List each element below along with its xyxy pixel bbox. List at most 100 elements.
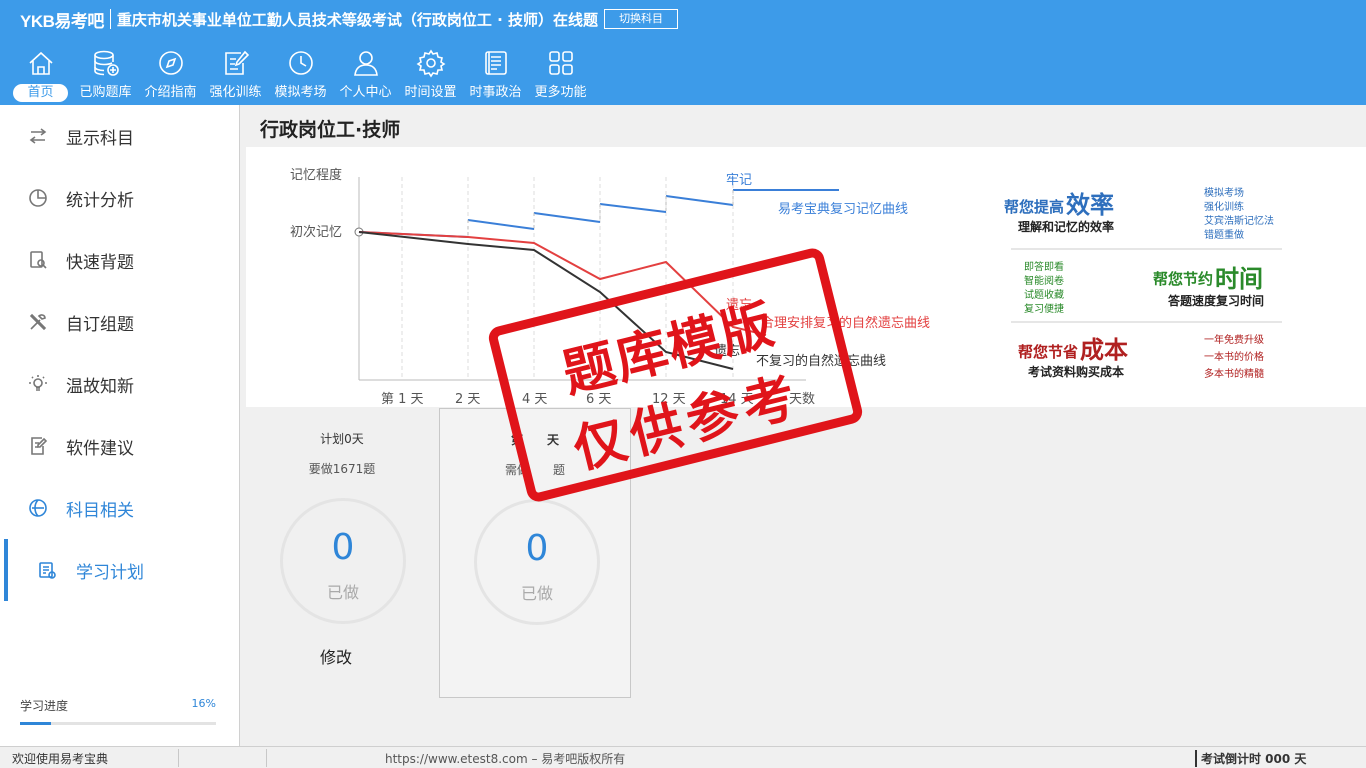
nav-label: 个人中心: [339, 85, 392, 100]
progress-ring: 0 已做: [280, 498, 406, 624]
promo-time-prefix: 帮您节约: [1153, 270, 1213, 288]
brand-logo: YKB易考吧: [20, 11, 104, 31]
nav-label: 介绍指南: [144, 85, 197, 100]
sidebar-item-label: 温故知新: [66, 376, 134, 397]
database-icon: [93, 50, 119, 76]
title-bar: YKB易考吧 重庆市机关事业单位工勤人员技术等级考试（行政岗位工 · 技师）在线…: [0, 0, 1366, 38]
ykb-review-curve: [358, 189, 839, 238]
edit-icon: [224, 50, 249, 75]
memory-curve-banner: 记忆程度 初次记忆 第 1 天 2 天 4 天 6 天 12 天 14 天 天数: [246, 147, 1366, 407]
sidebar-item-label: 软件建议: [66, 438, 134, 459]
y-axis-label: 记忆程度: [290, 167, 342, 183]
study-plan-area: 计划0天 要做1671题 0 已做 修改 第 天 需做 题 0 已做: [246, 408, 1366, 746]
promo-eff-sub: 理解和记忆的效率: [1018, 219, 1114, 234]
sidebar-item-show-subject[interactable]: 显示科目: [0, 105, 239, 167]
promo-eff-item: 强化训练: [1204, 200, 1244, 213]
pie-chart-icon: [29, 189, 47, 207]
promo-time-item: 智能阅卷: [1024, 274, 1064, 287]
nav-label: 已购题库: [79, 85, 132, 100]
progress-fill: [20, 722, 52, 725]
promo-cost-sub: 考试资料购买成本: [1028, 364, 1124, 379]
plan-card-overall: 计划0天 要做1671题 0 已做 修改: [246, 408, 438, 698]
sidebar-item-review[interactable]: 温故知新: [0, 353, 239, 415]
subject-icon: [29, 499, 47, 517]
sidebar-item-statistics[interactable]: 统计分析: [0, 167, 239, 229]
book-search-icon: [30, 251, 47, 269]
top-nav: 首页 已购题库 介绍指南 强化训练 模拟考场 个人中心 时间设置 时事政治 更多…: [8, 48, 593, 104]
ykb-curve-label: 易考宝典复习记忆曲线: [778, 201, 908, 217]
welcome-text: 欢迎使用易考宝典: [12, 752, 109, 766]
nav-home[interactable]: 首页: [8, 48, 73, 104]
nav-guide[interactable]: 介绍指南: [138, 48, 203, 104]
promo-cost-prefix: 帮您节省: [1018, 343, 1078, 361]
title-divider: [109, 9, 111, 29]
nav-current-affairs[interactable]: 时事政治: [463, 48, 528, 104]
done-count: 0: [331, 527, 355, 568]
promo-efficiency: 帮您提高 效率 理解和记忆的效率 模拟考场 强化训练 艾宾浩斯记忆法 错题重做: [1004, 186, 1274, 241]
grid-icon: [548, 51, 573, 75]
reasonable-curve-label: 合理安排复习的自然遗忘曲线: [761, 315, 930, 331]
progress-label: 学习进度: [20, 699, 69, 713]
gear-icon: [416, 49, 445, 78]
sidebar-item-label: 自订组题: [66, 314, 134, 335]
nav-label: 首页: [13, 84, 68, 102]
promo-cost-item: 一本书的价格: [1204, 350, 1264, 363]
done-label: 已做: [326, 583, 359, 602]
switch-subject-button[interactable]: 切换科目: [604, 9, 679, 29]
status-divider: [178, 749, 179, 767]
study-progress: 学习进度 16%: [20, 697, 216, 725]
plan-total-questions: 要做1671题: [308, 462, 376, 476]
nav-label: 模拟考场: [274, 85, 327, 100]
sidebar-item-label: 快速背题: [66, 252, 134, 273]
exam-title: 重庆市机关事业单位工勤人员技术等级考试（行政岗位工 · 技师）在线题: [116, 10, 599, 29]
memory-curve-graphic: 记忆程度 初次记忆 第 1 天 2 天 4 天 6 天 12 天 14 天 天数: [290, 167, 1282, 407]
progress-percent: 16%: [191, 697, 216, 710]
sidebar-item-label: 科目相关: [66, 500, 134, 521]
nav-training[interactable]: 强化训练: [203, 48, 268, 104]
user-icon: [353, 51, 378, 76]
news-icon: [484, 51, 507, 75]
promo-time-item: 复习便捷: [1024, 302, 1064, 315]
nav-label: 时事政治: [469, 85, 522, 100]
promo-time-big: 时间: [1215, 265, 1263, 293]
x-tick: 12 天: [652, 392, 686, 407]
nav-label: 强化训练: [209, 85, 262, 100]
nav-purchased[interactable]: 已购题库: [73, 48, 138, 104]
promo-cost-item: 一年免费升级: [1204, 333, 1264, 346]
promo-eff-item: 艾宾浩斯记忆法: [1204, 214, 1274, 227]
x-tick: 第 1 天: [381, 392, 424, 407]
nav-mock-exam[interactable]: 模拟考场: [268, 48, 333, 104]
promo-time-item: 即答即看: [1024, 260, 1064, 273]
nav-personal[interactable]: 个人中心: [333, 48, 398, 104]
remember-label: 牢记: [726, 173, 752, 188]
nav-label: 更多功能: [534, 85, 587, 100]
sidebar-sub-label: 学习计划: [76, 562, 144, 583]
natural-forgetting-curve: [358, 231, 734, 370]
sidebar-item-custom-quiz[interactable]: 自订组题: [0, 291, 239, 353]
promo-time-item: 试题收藏: [1024, 288, 1064, 301]
status-bar: 欢迎使用易考宝典 https://www.etest8.com – 易考吧版权所…: [0, 746, 1366, 768]
promo-eff-prefix: 帮您提高: [1004, 198, 1064, 216]
compass-icon: [158, 51, 183, 75]
plan-days: 计划0天: [320, 432, 364, 446]
plan-day-number: 第 天: [510, 433, 559, 447]
calendar-icon: [39, 562, 56, 579]
modify-plan-button[interactable]: 修改: [320, 644, 352, 668]
sidebar-item-quick-memorize[interactable]: 快速背题: [0, 229, 239, 291]
nav-time-settings[interactable]: 时间设置: [398, 48, 463, 104]
forget-label-2: 遗忘: [714, 344, 740, 359]
swap-icon: [29, 128, 47, 144]
nav-more[interactable]: 更多功能: [528, 48, 593, 104]
done-label: 已做: [520, 584, 553, 603]
page-title: 行政岗位工·技师: [260, 119, 401, 141]
sidebar-item-suggestions[interactable]: 软件建议: [0, 415, 239, 477]
copyright-text: https://www.etest8.com – 易考吧版权所有: [385, 752, 626, 766]
promo-cost-item: 多本书的精髓: [1204, 367, 1264, 380]
sidebar-item-study-plan[interactable]: 学习计划: [0, 539, 239, 601]
x-tick: 2 天: [455, 392, 480, 407]
promo-eff-big: 效率: [1066, 191, 1114, 219]
main-content: 行政岗位工·技师 记忆程度 初次记忆 第 1 天 2 天 4 天 6 天 12 …: [246, 105, 1366, 746]
sidebar-item-subject-related[interactable]: 科目相关: [0, 477, 239, 539]
tools-icon: [29, 313, 47, 331]
natural-curve-label: 不复习的自然遗忘曲线: [756, 353, 886, 369]
